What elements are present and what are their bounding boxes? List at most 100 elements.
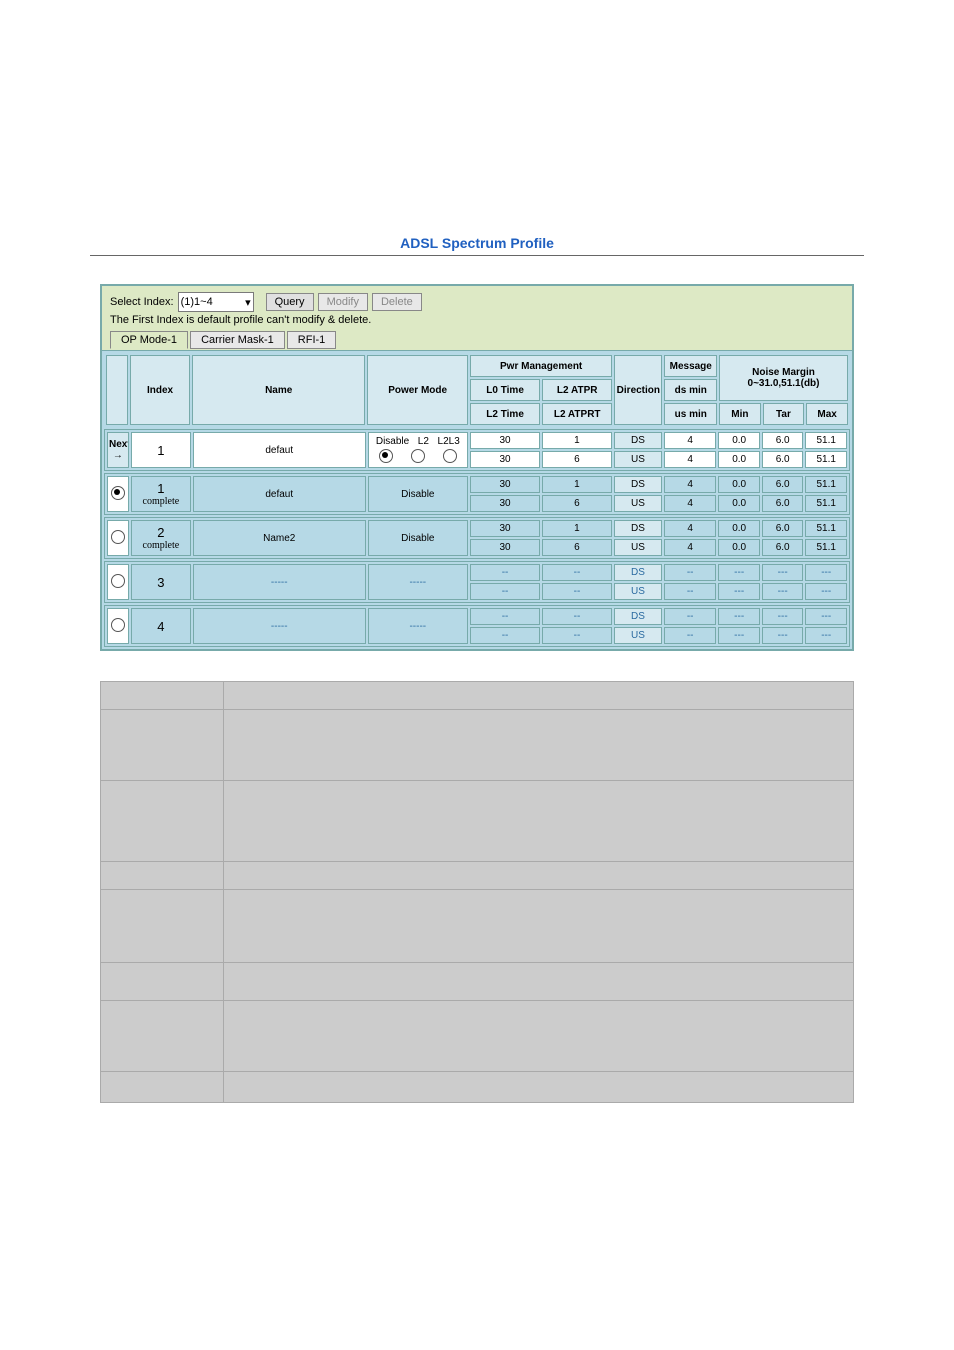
toolbar-note: The First Index is default profile can't… <box>110 314 844 326</box>
row-nm-min: --- <box>718 583 760 600</box>
row-nm-tar: 6.0 <box>762 520 804 537</box>
next-indicator: Next→ <box>107 432 129 468</box>
row-power-mode: Disable <box>368 476 469 512</box>
query-button[interactable]: Query <box>266 293 314 311</box>
hdr-l2atprt: L2 ATPRT <box>542 403 612 425</box>
row-l2atpr: 1 <box>542 476 612 493</box>
row-nm-min: --- <box>718 564 760 581</box>
row-index: 4 <box>131 608 191 644</box>
row-message: -- <box>664 583 716 600</box>
row-l2atpr: -- <box>542 627 612 644</box>
desc-cell-label <box>101 1001 224 1072</box>
row-message: 4 <box>664 520 716 537</box>
row-direction: US <box>614 495 662 512</box>
row-l2atpr: -- <box>542 608 612 625</box>
row-direction: DS <box>614 564 662 581</box>
row-index: 2complete <box>131 520 191 556</box>
desc-cell-label <box>101 682 224 710</box>
row-message: 4 <box>664 495 716 512</box>
row-l0time: 30 <box>470 520 540 537</box>
row-l0time: 30 <box>470 476 540 493</box>
row-nm-max: 51.1 <box>805 495 847 512</box>
hdr-name: Name <box>192 355 365 425</box>
row-nm-max: --- <box>805 583 847 600</box>
row-nm-max: --- <box>805 608 847 625</box>
row-index: 1complete <box>131 476 191 512</box>
row-direction: US <box>614 539 662 556</box>
hdr-tar: Tar <box>763 403 805 425</box>
row-radio[interactable] <box>107 564 129 600</box>
desc-cell-value <box>224 710 854 781</box>
row-l0time: 30 <box>470 495 540 512</box>
row-radio[interactable] <box>107 520 129 556</box>
row-nm-min: 0.0 <box>718 432 760 449</box>
radio-icon <box>379 449 393 463</box>
row-nm-tar: 6.0 <box>762 539 804 556</box>
radio-icon <box>111 530 125 544</box>
hdr-max: Max <box>806 403 848 425</box>
row-power-mode: Disable <box>368 520 469 556</box>
toolbar: Select Index: (1)1~4 ▾ Query Modify Dele… <box>102 286 852 351</box>
row-l2atpr: -- <box>542 583 612 600</box>
row-name: Name2 <box>193 520 366 556</box>
modify-button[interactable]: Modify <box>318 293 368 311</box>
tab-carrier-mask[interactable]: Carrier Mask-1 <box>190 331 285 349</box>
desc-cell-value <box>224 682 854 710</box>
hdr-dsmin: ds min <box>664 379 717 401</box>
row-direction: DS <box>614 476 662 493</box>
hdr-l0time: L0 Time <box>470 379 540 401</box>
row-message: -- <box>664 627 716 644</box>
row-message: 4 <box>664 476 716 493</box>
desc-cell-label <box>101 1072 224 1103</box>
hdr-noise: Noise Margin 0~31.0,51.1(db) <box>719 355 848 401</box>
row-nm-tar: --- <box>762 583 804 600</box>
tab-rfi[interactable]: RFI-1 <box>287 331 337 349</box>
row-nm-max: 51.1 <box>805 476 847 493</box>
delete-button[interactable]: Delete <box>372 293 422 311</box>
row-nm-min: --- <box>718 627 760 644</box>
row-l0time: 30 <box>470 432 540 449</box>
row-nm-tar: --- <box>762 564 804 581</box>
row-message: -- <box>664 564 716 581</box>
desc-cell-label <box>101 963 224 1001</box>
row-nm-max: 51.1 <box>805 432 847 449</box>
hdr-index: Index <box>130 355 190 425</box>
row-direction: DS <box>614 432 662 449</box>
row-name: ----- <box>193 608 366 644</box>
hdr-min: Min <box>719 403 761 425</box>
row-nm-tar: 6.0 <box>762 476 804 493</box>
row-nm-max: 51.1 <box>805 539 847 556</box>
tab-op-mode[interactable]: OP Mode-1 <box>110 331 188 349</box>
row-radio[interactable] <box>107 476 129 512</box>
chevron-down-icon: ▾ <box>245 296 251 309</box>
row-power-mode[interactable]: DisableL2L2L3 <box>368 432 469 468</box>
desc-cell-label <box>101 890 224 963</box>
row-power-mode: ----- <box>368 608 469 644</box>
hdr-message: Message <box>664 355 717 377</box>
radio-icon <box>111 618 125 632</box>
row-name: defaut <box>193 432 366 468</box>
row-l2atpr: 1 <box>542 520 612 537</box>
row-nm-tar: --- <box>762 608 804 625</box>
row-nm-max: --- <box>805 627 847 644</box>
row-l2atpr: 6 <box>542 495 612 512</box>
row-direction: US <box>614 583 662 600</box>
desc-cell-label <box>101 781 224 862</box>
row-l2atpr: -- <box>542 564 612 581</box>
row-direction: US <box>614 627 662 644</box>
hdr-l2atpr: L2 ATPR <box>542 379 612 401</box>
row-nm-max: 51.1 <box>805 520 847 537</box>
row-radio[interactable] <box>107 608 129 644</box>
row-l2atpr: 1 <box>542 432 612 449</box>
select-index-label: Select Index: <box>110 296 174 308</box>
select-index-combo[interactable]: (1)1~4 ▾ <box>178 292 254 312</box>
description-table <box>100 681 854 1103</box>
row-l2atpr: 6 <box>542 539 612 556</box>
row-l0time: -- <box>470 564 540 581</box>
desc-cell-label <box>101 710 224 781</box>
row-l0time: 30 <box>470 451 540 468</box>
hdr-pwrmg: Pwr Management <box>470 355 612 377</box>
row-direction: DS <box>614 520 662 537</box>
row-nm-tar: 6.0 <box>762 495 804 512</box>
row-nm-tar: 6.0 <box>762 432 804 449</box>
